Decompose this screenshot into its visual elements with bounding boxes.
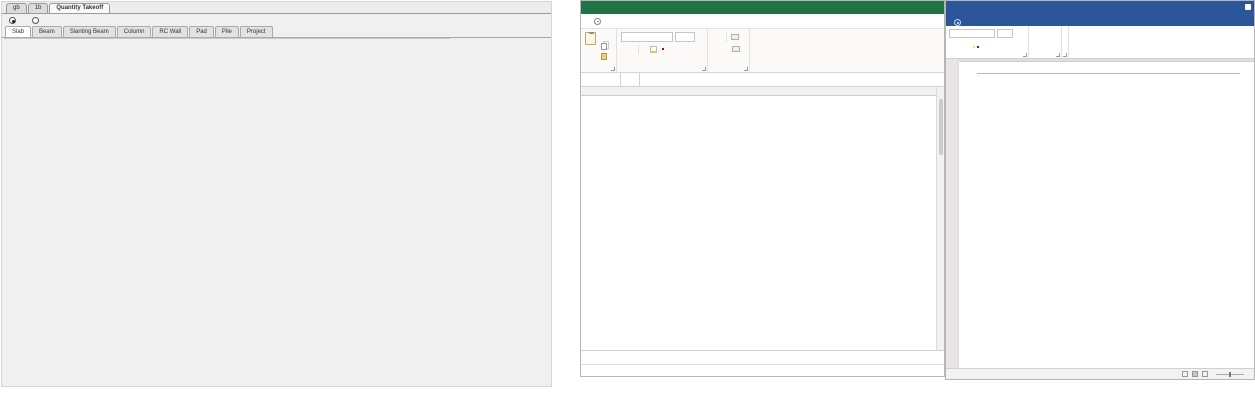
vertical-scrollbar[interactable]: [936, 87, 944, 350]
word-status-bar: [946, 368, 1254, 379]
name-box[interactable]: [581, 73, 621, 86]
category-tab-2[interactable]: Slanting Beam: [63, 26, 116, 37]
formula-bar-row: [581, 73, 944, 87]
styles-dialog-launcher-icon[interactable]: [1063, 53, 1067, 57]
fill-color-button[interactable]: [650, 46, 657, 53]
clipboard-dialog-launcher-icon[interactable]: [611, 67, 615, 71]
formula-bar[interactable]: [640, 73, 944, 86]
excel-title-bar: [581, 1, 944, 14]
merge-center-button[interactable]: [732, 45, 745, 54]
wrap-text-button[interactable]: [731, 33, 741, 42]
tellme-bulb-icon: [594, 18, 601, 25]
window-control-icon[interactable]: [1245, 4, 1251, 10]
word-font-dialog-launcher-icon[interactable]: [1023, 53, 1027, 57]
header-rule: [977, 73, 1240, 74]
category-tab-5[interactable]: Pad: [189, 26, 214, 37]
print-layout-icon[interactable]: [1192, 371, 1198, 377]
paste-button[interactable]: [585, 32, 596, 46]
word-tellme[interactable]: [954, 19, 964, 26]
doc-tab-0[interactable]: gb: [6, 3, 27, 13]
word-styles-group: [1062, 26, 1069, 58]
excel-tellme[interactable]: [594, 18, 604, 25]
copy-icon: [601, 43, 607, 50]
doc-tab-1[interactable]: 1b: [28, 3, 49, 13]
word-font-group: [946, 26, 1029, 58]
category-tab-4[interactable]: RC Wall: [152, 26, 188, 37]
document-tab-bar: gb1bQuantity Takeoff: [2, 2, 551, 14]
format-painter-button[interactable]: [601, 52, 612, 61]
category-tab-6[interactable]: Pile: [215, 26, 239, 37]
takeoff-grid-area: [4, 38, 450, 39]
show-selected-radio[interactable]: [32, 17, 39, 24]
font-dialog-launcher-icon[interactable]: [702, 67, 706, 71]
show-all-radio[interactable]: [9, 17, 16, 24]
paste-icon: [585, 32, 596, 45]
column-header-row: [581, 87, 944, 96]
excel-ribbon: [581, 29, 944, 73]
worksheet-grid: [581, 87, 944, 350]
word-window: [945, 0, 1255, 380]
web-layout-icon[interactable]: [1202, 371, 1208, 377]
figure-canvas: gb1bQuantity Takeoff SlabBeamSlanting Be…: [0, 0, 1255, 414]
alignment-group: [708, 29, 750, 72]
word-title-bar: [946, 1, 1254, 13]
font-size-select[interactable]: [675, 32, 695, 42]
wrap-text-icon: [731, 34, 739, 40]
filter-radio-group: [9, 16, 551, 25]
category-tab-bar: SlabBeamSlanting BeamColumnRC WallPadPil…: [2, 26, 551, 38]
category-tab-3[interactable]: Column: [117, 26, 152, 37]
excel-window: [580, 0, 945, 377]
category-tab-7[interactable]: Project: [240, 26, 273, 37]
word-ribbon-tab-bar: [946, 13, 1254, 26]
paragraph-dialog-launcher-icon[interactable]: [1056, 53, 1060, 57]
zoom-slider[interactable]: [1216, 374, 1244, 375]
quantity-takeoff-window: gb1bQuantity Takeoff SlabBeamSlanting Be…: [1, 1, 552, 387]
sheet-tab-bar: [581, 350, 944, 364]
word-font-name-select[interactable]: [949, 29, 995, 38]
cut-button[interactable]: [601, 32, 612, 41]
text-highlight-button[interactable]: [973, 46, 975, 48]
alignment-dialog-launcher-icon[interactable]: [744, 67, 748, 71]
font-name-select[interactable]: [621, 32, 673, 42]
font-group: [617, 29, 708, 72]
category-tab-1[interactable]: Beam: [32, 26, 62, 37]
format-painter-icon: [601, 53, 607, 60]
word-paragraph-group: [1029, 26, 1062, 58]
category-tab-0[interactable]: Slab: [5, 26, 31, 37]
word-font-color-button[interactable]: [977, 46, 979, 48]
copy-button[interactable]: [601, 42, 612, 51]
document-area: [946, 59, 1254, 370]
document-page[interactable]: [959, 62, 1254, 370]
read-mode-icon[interactable]: [1182, 371, 1188, 377]
merge-center-icon: [732, 46, 740, 52]
doc-tab-2[interactable]: Quantity Takeoff: [49, 3, 110, 13]
word-font-size-select[interactable]: [997, 29, 1013, 38]
clipboard-group: [581, 29, 617, 72]
word-ribbon: [946, 26, 1254, 59]
word-tellme-bulb-icon: [954, 19, 961, 26]
font-color-button[interactable]: [662, 48, 664, 50]
excel-status-bar: [581, 364, 944, 376]
excel-ribbon-tab-bar: [581, 14, 944, 29]
